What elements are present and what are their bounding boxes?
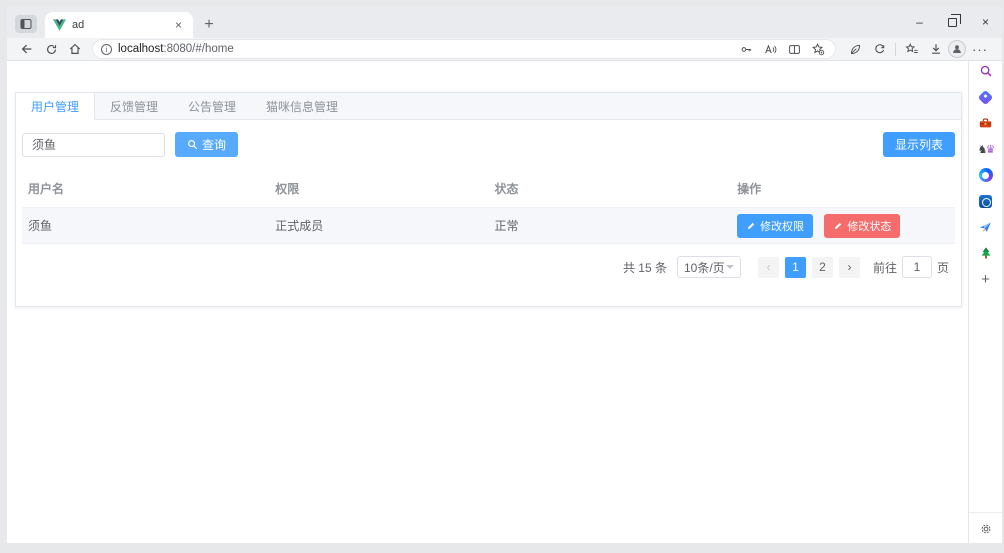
downloads-icon[interactable]	[924, 39, 948, 59]
goto-page-input[interactable]	[901, 256, 932, 278]
tab-user-management[interactable]: 用户管理	[16, 93, 96, 120]
home-icon	[69, 43, 81, 54]
keyword-input[interactable]	[22, 132, 165, 157]
home-button[interactable]	[63, 39, 87, 59]
goto-unit: 页	[936, 260, 949, 275]
tab-actions-button[interactable]	[15, 15, 37, 33]
refresh-button[interactable]	[39, 39, 63, 59]
restore-icon	[948, 14, 961, 27]
edit-status-button[interactable]: 修改状态	[824, 213, 901, 238]
cell-status: 正常	[494, 219, 519, 233]
show-list-button[interactable]: 显示列表	[882, 132, 955, 157]
page-button-2[interactable]: 2	[811, 256, 833, 278]
cell-actions: 修改权限 修改状态	[731, 208, 955, 244]
tab-announcement-management[interactable]: 公告管理	[173, 93, 251, 119]
query-button-label: 查询	[202, 138, 227, 152]
chevron-down-icon	[725, 265, 734, 269]
search-row: 查询 显示列表	[22, 132, 955, 157]
refresh-icon	[46, 44, 56, 54]
col-actions: 操作	[737, 182, 762, 196]
col-username: 用户名	[28, 182, 65, 196]
browser-titlebar: ad × + – ×	[7, 6, 1002, 38]
col-role: 权限	[275, 182, 300, 196]
minimize-button[interactable]: –	[903, 6, 936, 38]
web-page: 用户管理 反馈管理 公告管理 猫咪信息管理 查询	[7, 61, 968, 543]
tab-actions-icon	[20, 19, 32, 29]
page-size-select[interactable]: 10条/页	[676, 256, 741, 278]
prev-page-button[interactable]: ‹	[757, 256, 779, 278]
browser-window: ad × + – × i localhost:8080/#/home ··· 用…	[7, 6, 1002, 543]
users-table: 用户名 权限 状态 操作 须鱼 正式成员 正常 修改权限 修改状态	[22, 170, 955, 244]
page-button-1[interactable]: 1	[784, 256, 806, 278]
pagination-total: 共 15 条	[622, 260, 667, 275]
browser-tab[interactable]: ad ×	[45, 12, 193, 38]
sidebar-tree-icon[interactable]	[977, 245, 995, 261]
tab-cat-info-management[interactable]: 猫咪信息管理	[251, 93, 353, 119]
search-icon	[188, 140, 198, 150]
app-tab-bar: 用户管理 反馈管理 公告管理 猫咪信息管理	[16, 93, 961, 120]
person-icon	[953, 45, 961, 54]
table-row: 须鱼 正式成员 正常 修改权限 修改状态	[22, 207, 955, 244]
url-path: :8080/#/home	[163, 43, 234, 55]
sidebar-search-icon[interactable]	[977, 63, 995, 79]
edit-permission-label: 修改权限	[760, 220, 805, 233]
sidebar-outlook-icon[interactable]	[977, 193, 995, 209]
sidebar-add-icon[interactable]: +	[977, 271, 995, 288]
extension-arc-icon[interactable]	[867, 39, 891, 59]
add-favorite-icon[interactable]	[809, 41, 827, 57]
tab-feedback-management[interactable]: 反馈管理	[95, 93, 173, 119]
sidebar-settings-area	[969, 512, 1002, 543]
admin-card: 用户管理 反馈管理 公告管理 猫咪信息管理 查询	[15, 92, 962, 307]
close-button[interactable]: ×	[969, 6, 1002, 38]
toolbar-separator	[895, 42, 896, 56]
edit-permission-button[interactable]: 修改权限	[737, 213, 814, 238]
query-button[interactable]: 查询	[175, 132, 239, 157]
col-status: 状态	[494, 182, 519, 196]
site-info-icon[interactable]: i	[101, 43, 112, 55]
editor-feather-icon[interactable]	[843, 39, 867, 59]
next-page-button[interactable]: ›	[838, 256, 860, 278]
pagination: 共 15 条 10条/页 ‹ 1 2 › 前往 页	[22, 256, 949, 278]
sidebar-games-icon[interactable]: ♞ ♛	[977, 141, 996, 157]
password-key-icon[interactable]	[737, 41, 755, 57]
edge-sidebar: ♞ ♛ +	[968, 61, 1002, 543]
sidebar-drop-icon[interactable]	[977, 219, 995, 235]
sidebar-settings-gear-icon[interactable]	[977, 521, 995, 537]
url-host: localhost	[118, 43, 164, 55]
tab-close-icon[interactable]: ×	[172, 18, 185, 32]
url-text: localhost:8080/#/home	[118, 43, 234, 55]
back-icon	[21, 44, 32, 54]
vue-favicon-icon	[53, 19, 66, 31]
address-bar[interactable]: i localhost:8080/#/home	[93, 40, 835, 58]
restore-button[interactable]	[936, 6, 969, 38]
more-menu-button[interactable]: ···	[966, 42, 994, 57]
show-list-label: 显示列表	[894, 138, 943, 152]
sidebar-shopping-icon[interactable]	[977, 89, 995, 105]
back-button[interactable]	[15, 39, 39, 59]
profile-avatar[interactable]	[948, 40, 966, 58]
page-size-value: 10条/页	[683, 260, 725, 275]
edit-icon	[835, 222, 842, 229]
table-header-row: 用户名 权限 状态 操作	[22, 170, 955, 208]
read-aloud-icon[interactable]	[761, 41, 779, 57]
cell-role: 正式成员	[275, 219, 324, 233]
split-screen-icon[interactable]	[785, 41, 803, 57]
edit-icon	[747, 222, 755, 229]
tab-title: ad	[72, 19, 85, 31]
sidebar-copilot-icon[interactable]	[977, 167, 995, 183]
favorites-icon[interactable]	[900, 39, 924, 59]
goto-page: 前往 页	[873, 256, 949, 278]
edit-status-label: 修改状态	[847, 220, 892, 233]
window-controls: – ×	[903, 6, 1002, 38]
browser-toolbar: i localhost:8080/#/home ···	[7, 38, 1002, 61]
cell-username: 须鱼	[28, 219, 53, 233]
sidebar-tools-icon[interactable]	[977, 115, 995, 131]
goto-label: 前往	[872, 260, 897, 275]
new-tab-button[interactable]: +	[197, 13, 221, 37]
